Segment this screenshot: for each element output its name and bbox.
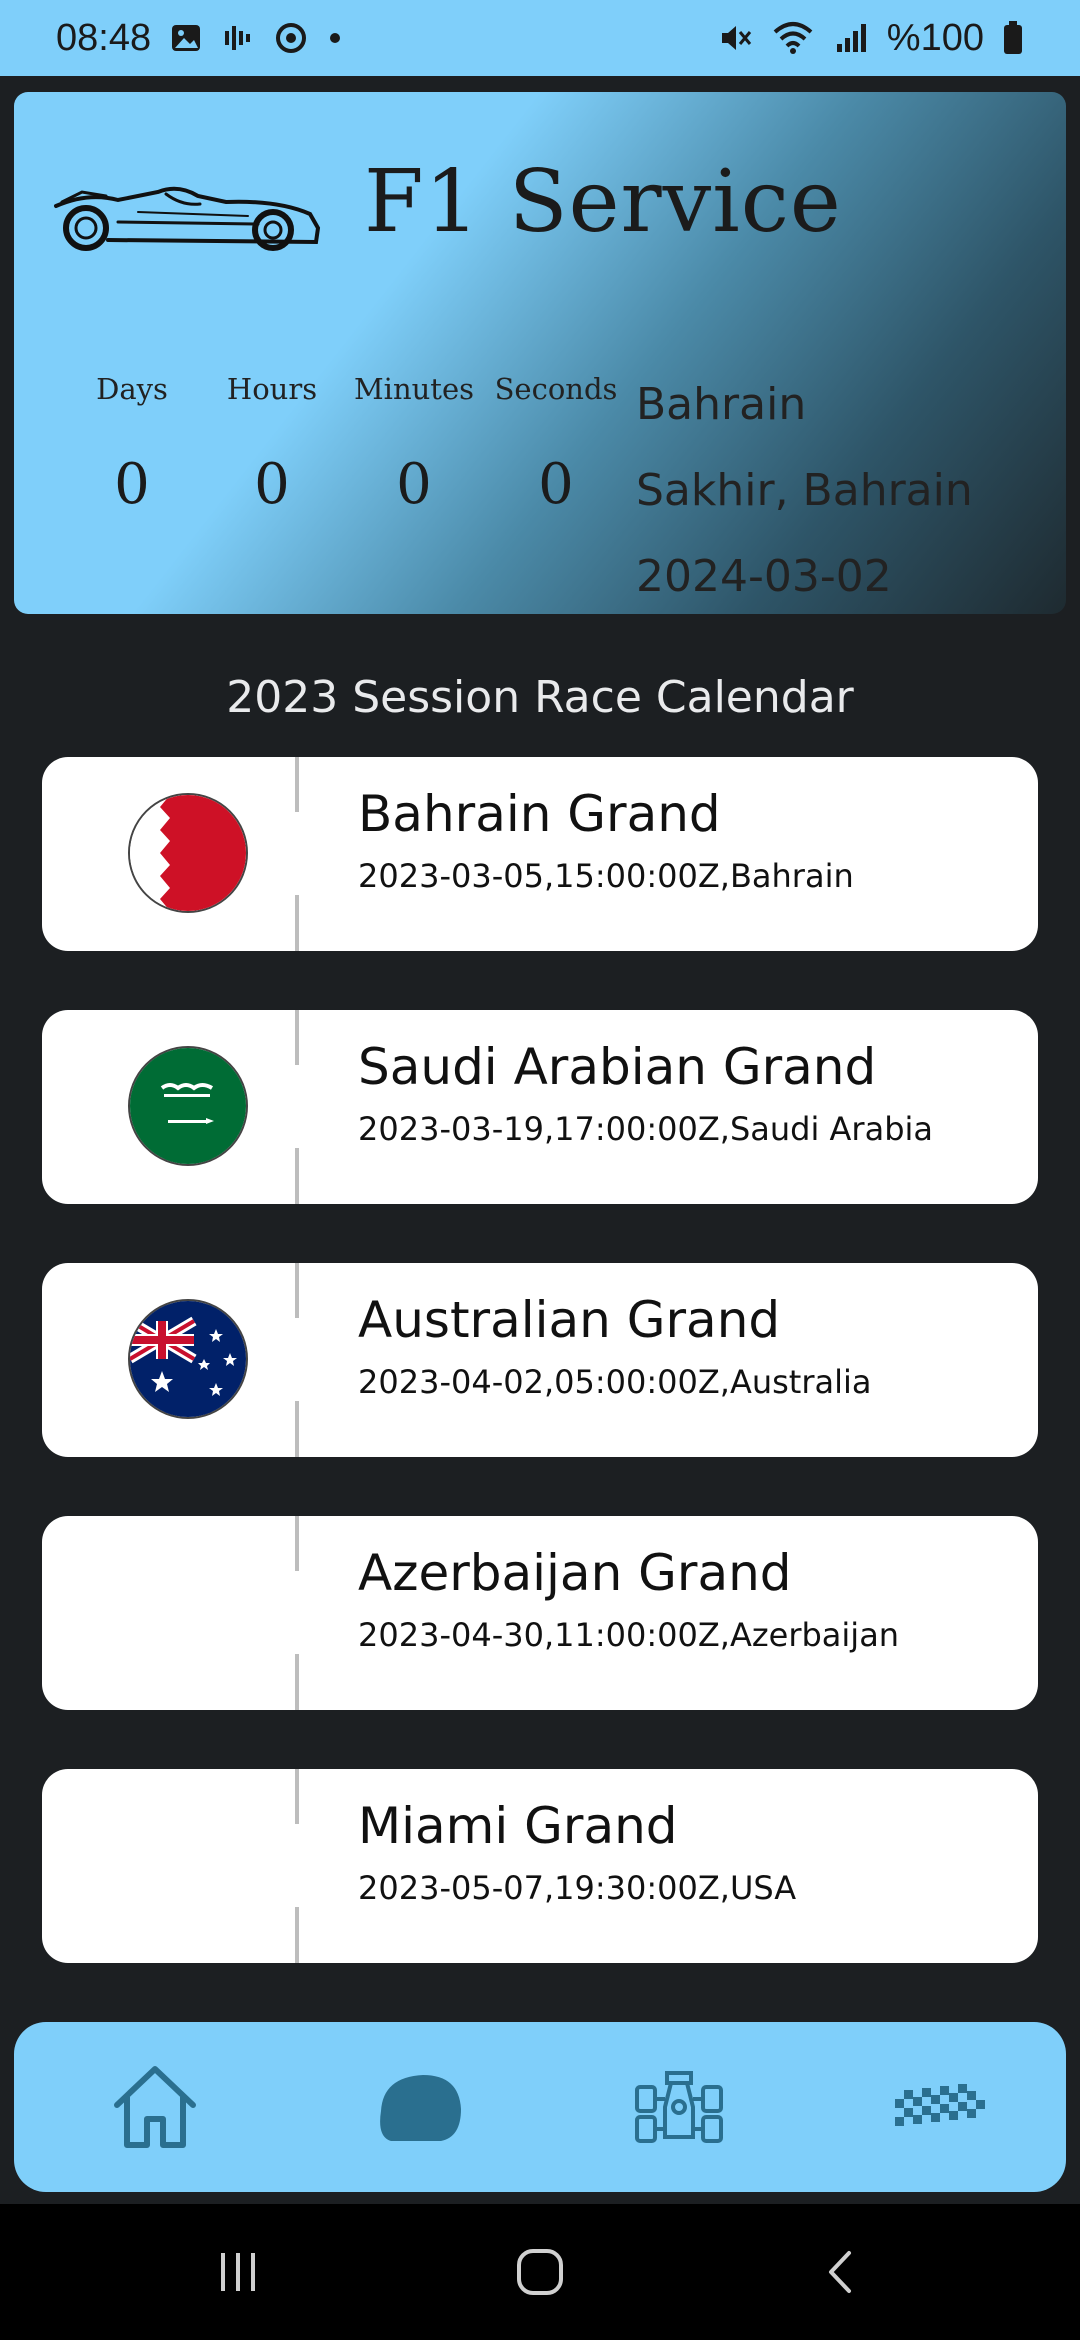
countdown-label: Seconds bbox=[494, 372, 618, 406]
race-name: Saudi Arabian Grand bbox=[358, 1038, 877, 1096]
countdown-value: 0 bbox=[538, 452, 574, 517]
countdown-label: Hours bbox=[226, 372, 318, 406]
race-name: Bahrain Grand bbox=[358, 785, 721, 843]
australia-flag-icon bbox=[128, 1299, 248, 1419]
countdown-minutes: Minutes 0 bbox=[344, 372, 484, 517]
countdown-value: 0 bbox=[254, 452, 290, 517]
race-name: Miami Grand bbox=[358, 1797, 678, 1855]
countdown-hours: Hours 0 bbox=[202, 372, 342, 517]
bottom-nav bbox=[14, 2022, 1066, 2192]
wifi-icon bbox=[771, 20, 815, 56]
home-circle-icon[interactable] bbox=[510, 2242, 570, 2302]
race-info: 2023-05-07,19:30:00Z,USA bbox=[358, 1869, 797, 1907]
card-divider bbox=[295, 757, 299, 951]
voice-icon bbox=[221, 21, 255, 55]
next-race-name: Bahrain bbox=[636, 379, 807, 430]
next-race-location: Sakhir, Bahrain bbox=[636, 465, 973, 516]
race-card[interactable]: Miami Grand 2023-05-07,19:30:00Z,USA bbox=[42, 1769, 1038, 1963]
app-title: F1 Service bbox=[364, 152, 842, 252]
race-info: 2023-04-02,05:00:00Z,Australia bbox=[358, 1363, 872, 1401]
status-left: 08:48 bbox=[56, 17, 343, 60]
f1-car-icon bbox=[48, 162, 333, 252]
race-car-icon[interactable] bbox=[624, 2052, 734, 2162]
status-time: 08:48 bbox=[56, 16, 152, 59]
mute-icon bbox=[717, 20, 753, 56]
dot-icon bbox=[327, 30, 343, 46]
race-card[interactable]: Saudi Arabian Grand 2023-03-19,17:00:00Z… bbox=[42, 1010, 1038, 1204]
countdown-value: 0 bbox=[114, 452, 150, 517]
image-icon bbox=[169, 21, 203, 55]
system-nav-bar bbox=[0, 2204, 1080, 2340]
countdown-value: 0 bbox=[396, 452, 432, 517]
next-race-info: Bahrain Sakhir, Bahrain 2024-03-02 bbox=[636, 362, 973, 614]
countdown: Days 0 Hours 0 Minutes 0 Seconds 0 bbox=[62, 372, 622, 612]
race-info: 2023-03-19,17:00:00Z,Saudi Arabia bbox=[358, 1110, 933, 1148]
countdown-label: Days bbox=[96, 372, 168, 406]
race-list: Bahrain Grand 2023-03-05,15:00:00Z,Bahra… bbox=[42, 757, 1038, 2022]
race-card[interactable]: Azerbaijan Grand 2023-04-30,11:00:00Z,Az… bbox=[42, 1516, 1038, 1710]
recents-icon[interactable] bbox=[208, 2242, 268, 2302]
countdown-label: Minutes bbox=[353, 372, 475, 406]
next-race-date: 2024-03-02 bbox=[636, 551, 892, 602]
race-info: 2023-04-30,11:00:00Z,Azerbaijan bbox=[358, 1616, 900, 1654]
race-name: Azerbaijan Grand bbox=[358, 1544, 792, 1602]
header-card: F1 Service Days 0 Hours 0 Minutes 0 Seco… bbox=[14, 92, 1066, 614]
countdown-seconds: Seconds 0 bbox=[486, 372, 626, 517]
bahrain-flag-icon bbox=[128, 793, 248, 913]
status-right: %100 bbox=[717, 17, 1024, 60]
home-icon[interactable] bbox=[100, 2052, 210, 2162]
race-card[interactable]: Bahrain Grand 2023-03-05,15:00:00Z,Bahra… bbox=[42, 757, 1038, 951]
card-divider bbox=[295, 1769, 299, 1963]
helmet-icon[interactable] bbox=[364, 2052, 474, 2162]
saudi-arabia-flag-icon bbox=[128, 1046, 248, 1166]
battery-icon bbox=[1002, 20, 1024, 56]
status-bar: 08:48 %100 bbox=[0, 0, 1080, 76]
countdown-days: Days 0 bbox=[62, 372, 202, 517]
race-info: 2023-03-05,15:00:00Z,Bahrain bbox=[358, 857, 854, 895]
sync-icon bbox=[273, 20, 309, 56]
card-divider bbox=[295, 1010, 299, 1204]
race-card[interactable]: Australian Grand 2023-04-02,05:00:00Z,Au… bbox=[42, 1263, 1038, 1457]
checkered-flag-icon[interactable] bbox=[886, 2052, 996, 2162]
battery-text: %100 bbox=[886, 16, 984, 59]
signal-icon bbox=[833, 20, 869, 56]
card-divider bbox=[295, 1516, 299, 1710]
back-icon[interactable] bbox=[812, 2242, 872, 2302]
card-divider bbox=[295, 1263, 299, 1457]
race-name: Australian Grand bbox=[358, 1291, 781, 1349]
calendar-title: 2023 Session Race Calendar bbox=[226, 672, 854, 723]
